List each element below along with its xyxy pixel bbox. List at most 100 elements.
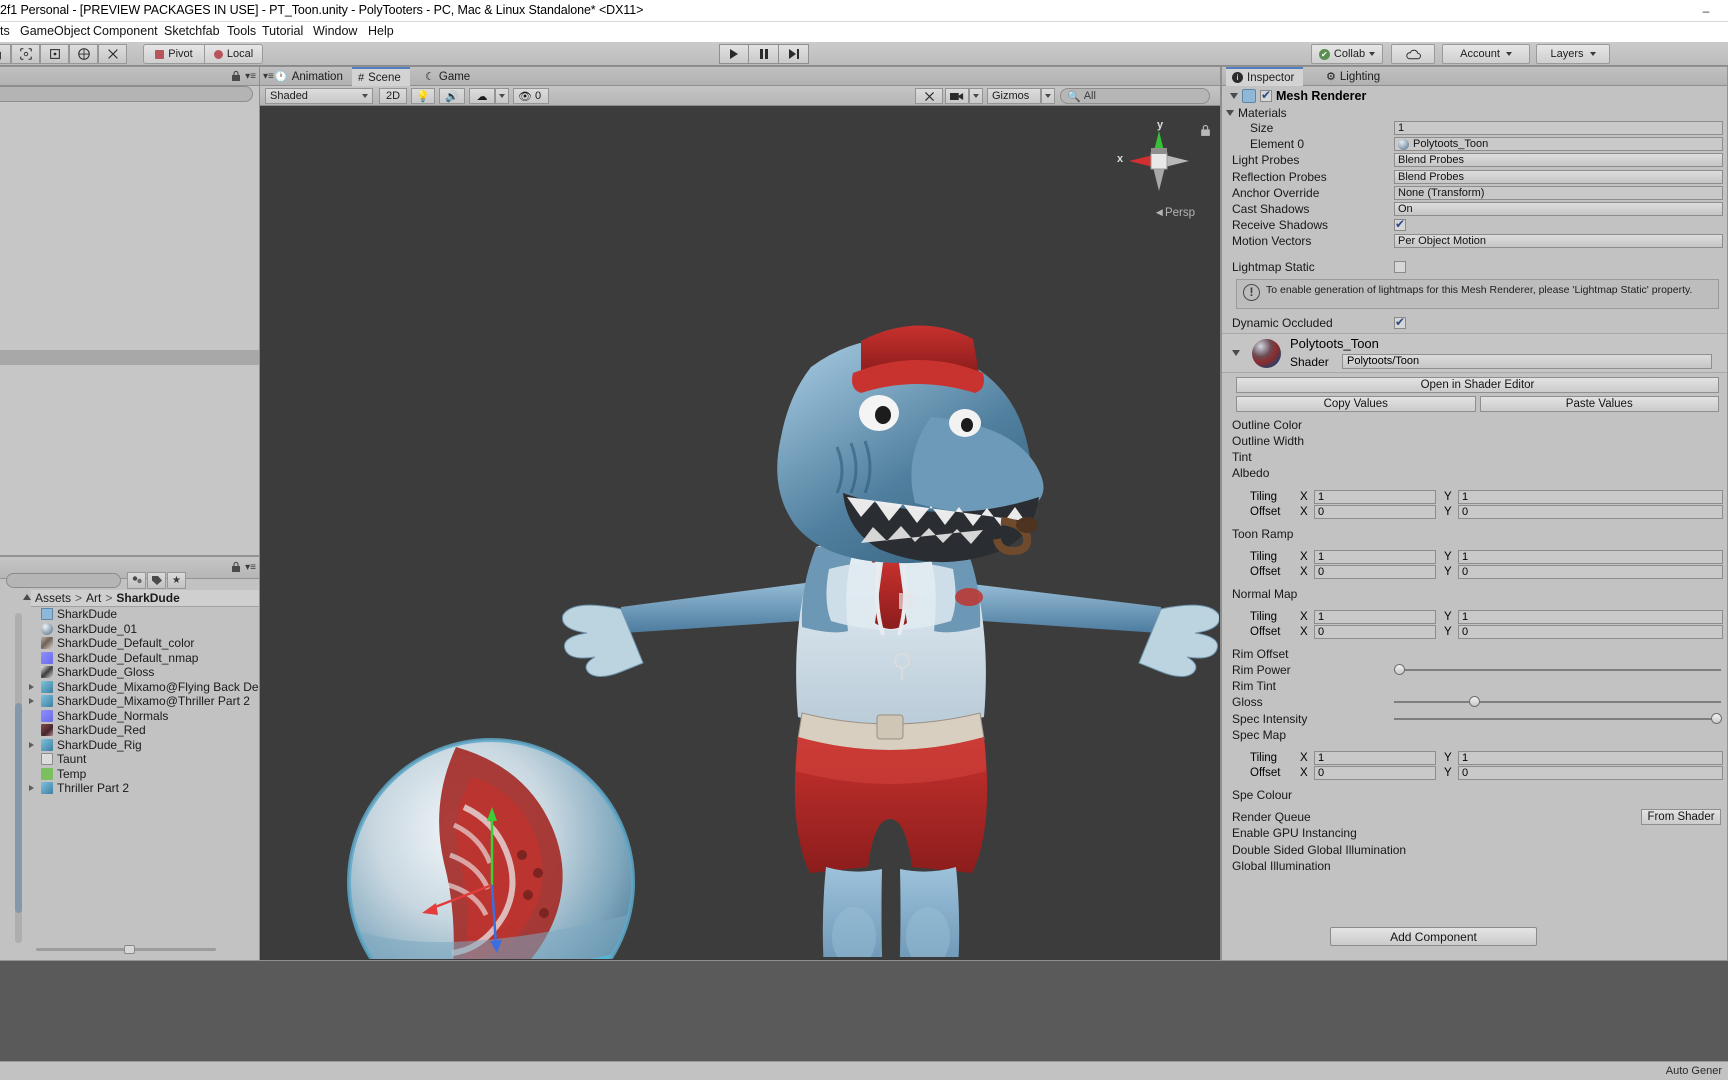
albedo-tiling-x[interactable]: 1 (1314, 489, 1436, 504)
folder-item[interactable]: upple (0, 922, 1, 941)
folder-item[interactable]: es (0, 903, 1, 922)
gloss-slider[interactable] (1394, 695, 1721, 709)
open-shader-editor-button[interactable]: Open in Shader Editor (1236, 376, 1719, 393)
normalmap-offset-y[interactable]: 0 (1458, 625, 1723, 640)
albedo-offset-y[interactable]: 0 (1458, 504, 1723, 519)
hierarchy-item-selected[interactable]: e (0, 350, 259, 365)
hierarchy-item-5[interactable] (0, 208, 259, 223)
orientation-gizmo[interactable]: y x (1117, 119, 1210, 201)
lightmap-static-checkbox[interactable] (1394, 260, 1406, 273)
filter-by-type-icon[interactable] (127, 572, 146, 589)
folder-item[interactable]: um (0, 644, 1, 663)
property-row-spe-colour[interactable]: Spe Colour (1222, 787, 1727, 803)
slider-knob[interactable] (1469, 696, 1481, 708)
scene-camera-button[interactable] (945, 88, 969, 104)
scene-viewport[interactable]: y x ◄Persp (261, 107, 1219, 959)
anchor-override-objectfield[interactable]: None (Transform) (1394, 185, 1723, 200)
toonramp-offset-x[interactable]: 0 (1314, 565, 1436, 580)
property-row-normal-map[interactable]: Normal Map (1222, 586, 1727, 602)
rotate-tool-button[interactable] (40, 44, 69, 64)
folder-item[interactable] (0, 718, 1, 737)
projection-label[interactable]: ◄Persp (1154, 207, 1195, 219)
size-input[interactable]: 1 (1394, 121, 1723, 136)
property-row-toon-ramp[interactable]: Toon Ramp (1222, 525, 1727, 541)
hierarchy-item-8[interactable]: e (0, 253, 259, 268)
folder-item[interactable]: hade (0, 959, 1, 978)
tab-scene[interactable]: # Scene (352, 67, 410, 86)
breadcrumb-assets[interactable]: Assets (35, 591, 71, 605)
scale-tool-button[interactable] (69, 44, 98, 64)
breadcrumb-art[interactable]: Art (86, 591, 101, 605)
sort-arrow-icon[interactable] (23, 594, 31, 600)
list-item[interactable]: Taunt (27, 752, 261, 767)
slider-knob[interactable] (1394, 664, 1405, 676)
hierarchy-item-10[interactable]: th (0, 283, 259, 298)
scene-hidden-objects-toggle[interactable]: 👁 0 (513, 88, 549, 104)
property-row-global-illumination[interactable]: Global Illumination (1222, 858, 1727, 874)
menu-item-tutorial[interactable]: Tutorial (262, 24, 303, 38)
specmap-tiling-y[interactable]: 1 (1458, 751, 1723, 766)
normalmap-tiling-y[interactable]: 1 (1458, 610, 1723, 625)
property-row-tint[interactable]: Tint (1222, 449, 1727, 465)
dynamic-occluded-checkbox[interactable] (1394, 315, 1406, 329)
layers-button[interactable]: Layers (1536, 44, 1610, 64)
hierarchy-item-9[interactable]: es (0, 268, 259, 283)
local-toggle-button[interactable]: Local (205, 44, 263, 64)
menu-item-gameobject[interactable]: GameObject (20, 24, 90, 38)
folder-item[interactable]: _Am (0, 885, 1, 904)
spec-intensity-slider[interactable] (1394, 712, 1723, 726)
hierarchy-item-camera[interactable]: Camera (0, 133, 259, 148)
list-item[interactable]: SharkDude (27, 607, 261, 622)
project-search-input[interactable] (6, 573, 121, 588)
motion-vectors-dropdown[interactable]: Per Object Motion (1394, 234, 1723, 249)
hierarchy-item-hips[interactable]: amorig:Hips (0, 238, 259, 253)
list-item[interactable]: Temp (27, 767, 261, 782)
project-menu-icon[interactable]: ▾≡ (245, 562, 256, 573)
pivot-toggle-button[interactable]: Pivot (143, 44, 205, 64)
lock-icon[interactable] (231, 561, 241, 573)
chevron-down-icon[interactable] (1230, 92, 1238, 99)
menu-item-sketchfab[interactable]: Sketchfab (164, 24, 220, 38)
pause-button[interactable] (749, 44, 779, 64)
hierarchy-item-body[interactable]: ly (0, 178, 259, 193)
reflection-probe-sphere[interactable] (346, 737, 636, 959)
slider-knob[interactable] (1711, 712, 1723, 724)
shark-dude-model[interactable] (561, 297, 1219, 959)
hierarchy-item-6[interactable]: es (0, 223, 259, 238)
property-row-outline-color[interactable]: Outline Color (1222, 417, 1727, 433)
filter-by-label-icon[interactable] (147, 572, 166, 589)
favorite-star-icon[interactable]: ★ (167, 572, 186, 589)
tab-animation[interactable]: 🕐 Animation (268, 67, 352, 86)
chevron-right-icon[interactable] (29, 698, 34, 704)
gizmos-button[interactable]: Gizmos (987, 88, 1041, 104)
specmap-offset-y[interactable]: 0 (1458, 766, 1723, 781)
chevron-right-icon[interactable] (29, 741, 34, 748)
paste-values-button[interactable]: Paste Values (1479, 395, 1719, 412)
specmap-offset-x[interactable]: 0 (1314, 766, 1436, 781)
property-row-rim-offset[interactable]: Rim Offset (1222, 646, 1727, 662)
toonramp-tiling-x[interactable]: 1 (1314, 550, 1436, 565)
folder-item[interactable] (0, 829, 1, 848)
property-row-double-sided-gi[interactable]: Double Sided Global Illumination (1222, 842, 1727, 858)
property-row-spec-map[interactable]: Spec Map (1222, 727, 1727, 743)
property-row-gpu-instancing[interactable]: Enable GPU Instancing (1222, 825, 1727, 841)
rect-tool-button[interactable] (98, 44, 127, 64)
normalmap-offset-x[interactable]: 0 (1314, 625, 1436, 640)
folder-item[interactable]: n-On (0, 811, 1, 830)
folder-item[interactable]: ction (0, 940, 1, 959)
scene-fx-toggle[interactable]: ☁ (469, 88, 495, 104)
folder-item[interactable]: Pair (0, 977, 1, 996)
albedo-offset-x[interactable]: 0 (1314, 504, 1436, 519)
chevron-down-icon[interactable] (1226, 109, 1234, 116)
folder-item[interactable]: ake (0, 626, 1, 645)
mesh-renderer-enabled-checkbox[interactable] (1260, 88, 1272, 102)
menu-item-window[interactable]: Window (313, 24, 357, 38)
step-button[interactable] (779, 44, 809, 64)
scene-audio-toggle[interactable]: 🔊 (439, 88, 465, 104)
hand-tool-button[interactable] (0, 44, 11, 64)
list-item[interactable]: SharkDude_Default_nmap (27, 651, 261, 666)
minimize-button[interactable]: – (1684, 0, 1728, 22)
tab-lighting[interactable]: ⚙ Lighting (1320, 67, 1389, 86)
reflection-probes-dropdown[interactable]: Blend Probes (1394, 169, 1723, 184)
project-scrollbar[interactable] (15, 613, 22, 943)
